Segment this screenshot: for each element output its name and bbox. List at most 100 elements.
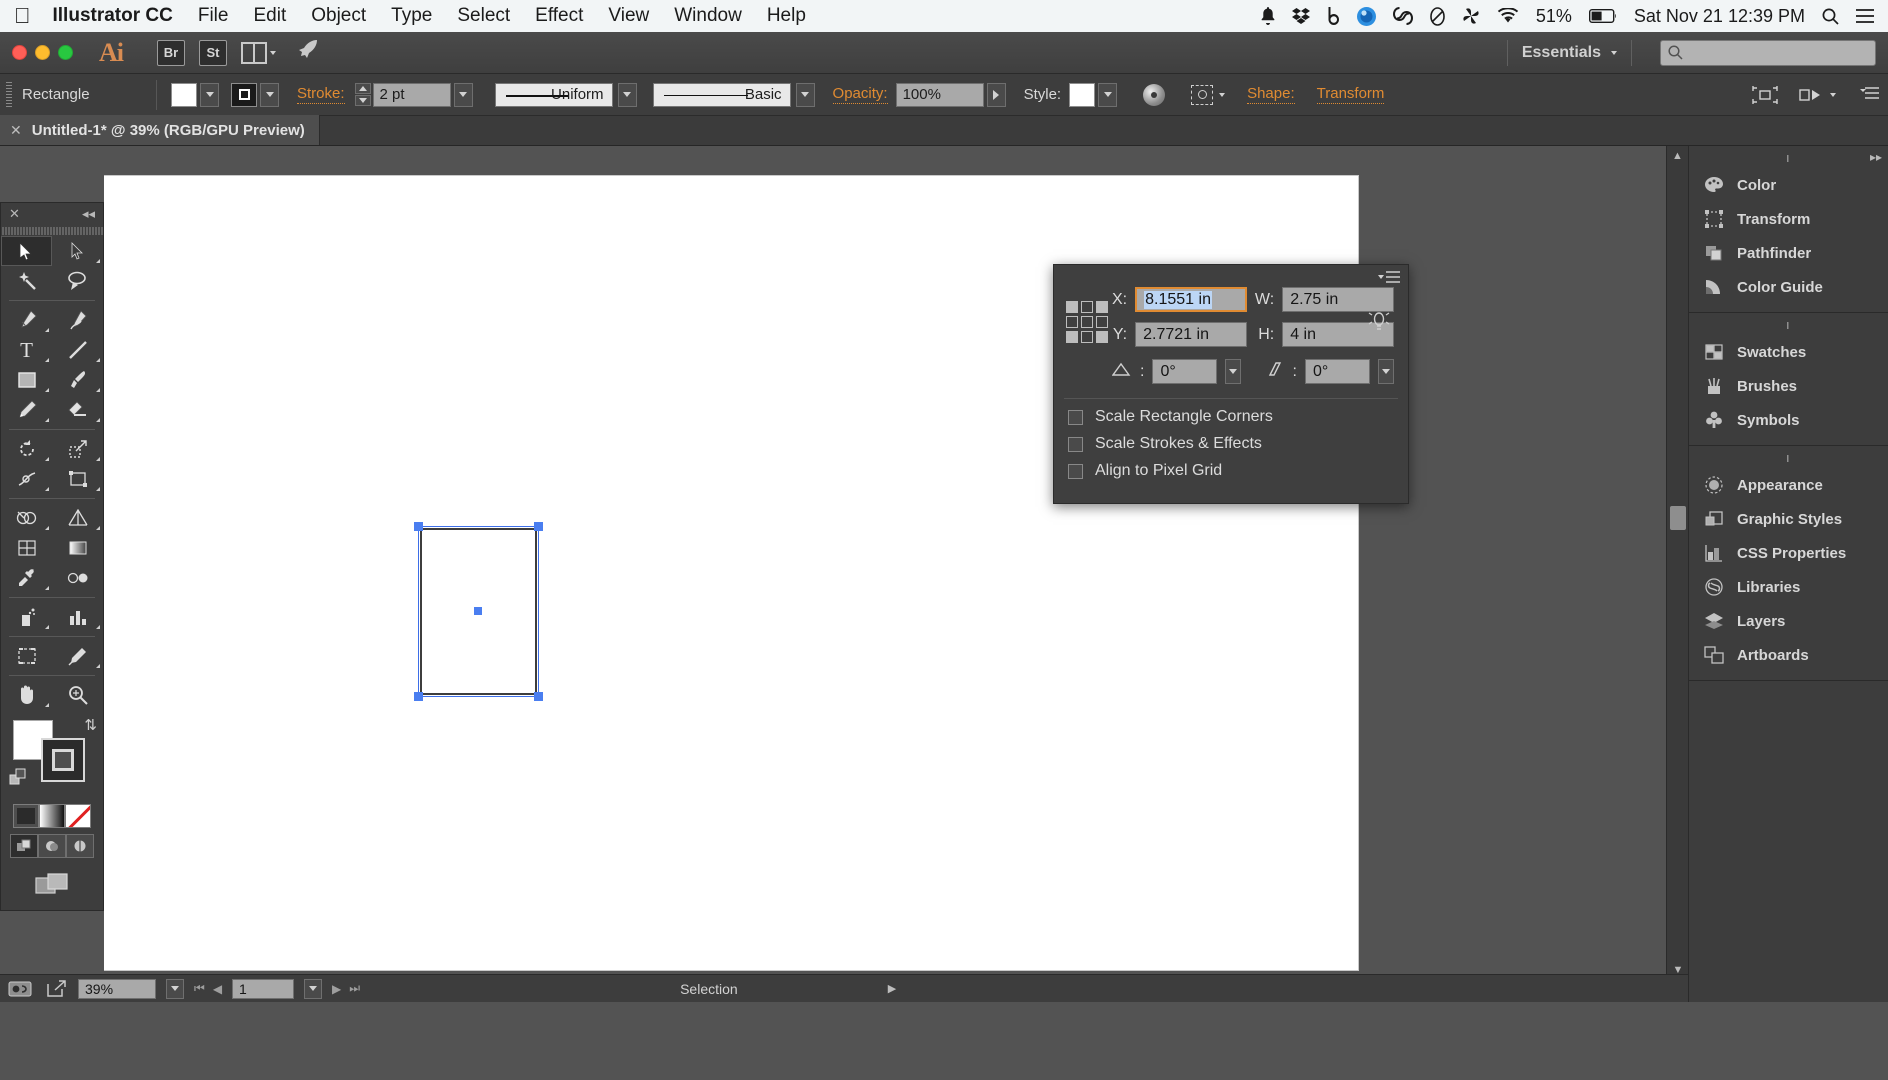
notification-bell-icon[interactable] <box>1261 7 1275 25</box>
close-icon[interactable]: ✕ <box>10 122 22 139</box>
rectangle-tool[interactable] <box>1 365 52 395</box>
paintbrush-tool[interactable] <box>52 365 103 395</box>
fill-dropdown-button[interactable] <box>200 82 219 107</box>
transform-panel[interactable]: X: 8.1551 in W: 2.75 in Y: 2.7721 in H: … <box>1053 264 1409 504</box>
menu-select[interactable]: Select <box>457 5 510 27</box>
selection-tool[interactable] <box>1 236 52 266</box>
workspace-switcher[interactable]: Essentials <box>1522 44 1617 62</box>
menu-window[interactable]: Window <box>674 5 742 27</box>
control-center-icon[interactable] <box>1856 9 1874 23</box>
vertical-scrollbar[interactable]: ▲ ▼ <box>1666 146 1688 980</box>
maximize-window-button[interactable] <box>58 45 73 60</box>
stroke-swatch[interactable] <box>231 82 257 107</box>
y-field[interactable]: 2.7721 in <box>1135 322 1247 347</box>
menu-object[interactable]: Object <box>311 5 366 27</box>
type-tool[interactable]: T <box>1 335 52 365</box>
perspective-grid-tool[interactable] <box>52 503 103 533</box>
document-tab[interactable]: ✕ Untitled-1* @ 39% (RGB/GPU Preview) <box>0 115 320 145</box>
scroll-up-button[interactable]: ▲ <box>1667 146 1688 166</box>
profile-dropdown-button[interactable] <box>617 82 637 107</box>
panel-options-icon[interactable] <box>1860 86 1880 104</box>
zoom-tool[interactable] <box>52 680 103 710</box>
stroke-color-swatch[interactable] <box>41 738 85 782</box>
last-artboard-icon[interactable]: ⏭ <box>349 981 360 996</box>
spotlight-search-icon[interactable] <box>1822 8 1839 25</box>
panel-button-symbols[interactable]: Symbols <box>1689 403 1888 437</box>
variable-width-profile-select[interactable]: Uniform <box>494 82 613 107</box>
rotate-angle-field[interactable]: 0° <box>1152 359 1218 384</box>
stroke-weight-input[interactable]: 2 pt <box>372 82 451 107</box>
direct-selection-tool[interactable] <box>52 236 103 266</box>
fill-color-control[interactable] <box>171 82 219 107</box>
mesh-tool[interactable] <box>1 533 52 563</box>
draw-inside-button[interactable] <box>66 834 94 858</box>
magic-wand-tool[interactable] <box>1 266 52 296</box>
panel-button-transform[interactable]: Transform <box>1689 202 1888 236</box>
stroke-color-control[interactable] <box>231 82 279 107</box>
brush-definition-select[interactable]: Basic <box>652 82 791 107</box>
bridge-button[interactable]: Br <box>157 39 185 66</box>
panel-button-pathfinder[interactable]: Pathfinder <box>1689 236 1888 270</box>
backblaze-icon[interactable] <box>1327 7 1340 25</box>
opacity-dropdown-button[interactable] <box>986 82 1006 107</box>
stroke-weight-label[interactable]: Stroke: <box>297 85 345 104</box>
previous-artboard-icon[interactable]: ◀ <box>213 982 222 996</box>
curvature-tool[interactable] <box>52 305 103 335</box>
checkbox-box[interactable] <box>1068 436 1083 452</box>
color-mode-button[interactable] <box>13 804 39 828</box>
shape-builder-tool[interactable] <box>1 503 52 533</box>
scale-strokes-effects-checkbox[interactable]: Scale Strokes & Effects <box>1054 426 1408 453</box>
checkbox-box[interactable] <box>1068 409 1083 425</box>
battery-percentage[interactable]: 51% <box>1536 6 1572 27</box>
shape-label[interactable]: Shape: <box>1247 85 1295 104</box>
search-adobe-stock-input[interactable] <box>1660 39 1876 66</box>
menu-help[interactable]: Help <box>767 5 806 27</box>
symbol-sprayer-tool[interactable] <box>1 602 52 632</box>
draw-normal-button[interactable] <box>10 834 38 858</box>
panel-flyout-menu-icon[interactable] <box>1378 271 1400 283</box>
rotate-angle-dropdown[interactable] <box>1225 359 1242 384</box>
x-field[interactable]: 8.1551 in <box>1135 287 1247 312</box>
share-icon[interactable] <box>46 979 68 998</box>
panel-button-color[interactable]: Color <box>1689 168 1888 202</box>
close-window-button[interactable] <box>12 45 27 60</box>
menu-effect[interactable]: Effect <box>535 5 583 27</box>
eyedropper-tool[interactable] <box>1 563 52 593</box>
next-artboard-icon[interactable]: ▶ <box>332 982 341 996</box>
line-segment-tool[interactable] <box>52 335 103 365</box>
none-mode-button[interactable] <box>65 804 91 828</box>
width-tool[interactable] <box>1 464 52 494</box>
swap-fill-stroke-icon[interactable]: ⇅ <box>84 716 97 734</box>
minimize-window-button[interactable] <box>35 45 50 60</box>
wifi-icon[interactable] <box>1497 8 1519 24</box>
free-transform-tool[interactable] <box>52 464 103 494</box>
scale-tool[interactable] <box>52 434 103 464</box>
vertical-scroll-thumb[interactable] <box>1670 506 1686 530</box>
reference-point-selector[interactable] <box>1066 301 1112 347</box>
opacity-label[interactable]: Opacity: <box>832 85 888 104</box>
tools-panel-grip[interactable] <box>1 225 103 236</box>
artboard-tool[interactable] <box>1 641 52 671</box>
draw-behind-button[interactable] <box>38 834 66 858</box>
artboard-number-input[interactable]: 1 <box>232 978 295 999</box>
stroke-decrease-button[interactable] <box>354 95 371 106</box>
shear-angle-field[interactable]: 0° <box>1304 359 1370 384</box>
slice-tool[interactable] <box>52 641 103 671</box>
pen-tool[interactable] <box>1 305 52 335</box>
chevron-down-icon[interactable] <box>1830 92 1836 97</box>
panel-button-graphic-styles[interactable]: Graphic Styles <box>1689 502 1888 536</box>
dock-group-grip[interactable] <box>1760 450 1817 466</box>
oval-icon[interactable] <box>1430 6 1445 26</box>
dock-group-grip[interactable] <box>1760 150 1817 166</box>
blue-orb-icon[interactable] <box>1356 6 1376 26</box>
zoom-level-dropdown[interactable] <box>166 978 184 999</box>
transform-label[interactable]: Transform <box>1316 85 1385 104</box>
scale-rectangle-corners-checkbox[interactable]: Scale Rectangle Corners <box>1054 399 1408 426</box>
graphic-style-swatch[interactable] <box>1069 82 1096 107</box>
zoom-level-input[interactable]: 39% <box>78 978 156 999</box>
shear-angle-dropdown[interactable] <box>1377 359 1394 384</box>
fill-swatch[interactable] <box>171 82 197 107</box>
status-menu-icon[interactable]: ▶ <box>888 982 896 995</box>
distribute-icon[interactable] <box>1798 85 1822 105</box>
default-fill-stroke-icon[interactable] <box>9 768 31 795</box>
